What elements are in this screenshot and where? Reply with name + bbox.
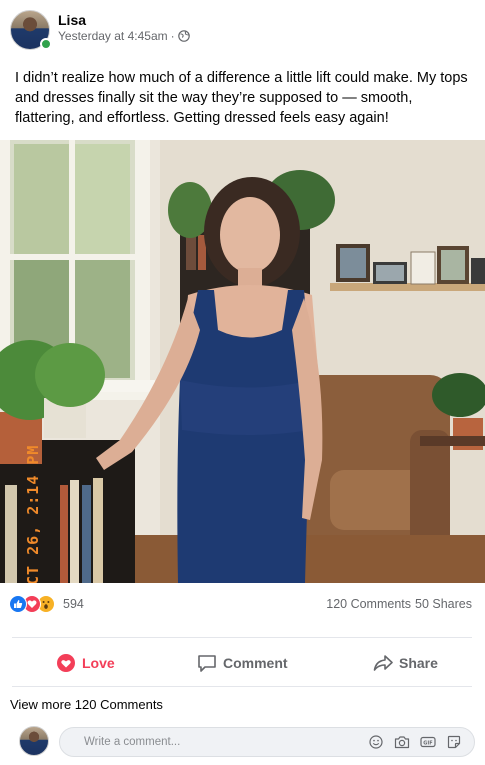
shares-count[interactable]: 50 Shares (415, 597, 472, 611)
comment-share-count: 120 Comments 50 Shares (326, 597, 472, 611)
comment-button-label: Comment (223, 655, 288, 671)
commenter-avatar (19, 726, 49, 756)
svg-text:GIF: GIF (423, 740, 432, 746)
camera-icon[interactable] (394, 734, 410, 750)
share-button[interactable]: Share (373, 653, 438, 673)
view-more-comments-link[interactable]: View more 120 Comments (10, 697, 163, 712)
emoji-icon[interactable] (368, 734, 384, 750)
comment-tools: GIF (368, 734, 462, 750)
share-button-label: Share (399, 655, 438, 671)
timestamp-text[interactable]: Yesterday at 4:45am (58, 29, 168, 43)
reaction-icons[interactable] (9, 595, 55, 613)
love-button[interactable]: Love (56, 653, 115, 673)
comment-box[interactable]: GIF (59, 727, 475, 757)
comments-count[interactable]: 120 Comments (326, 597, 411, 611)
photo-date-stamp: OCT 26, 2:14 PM (24, 444, 42, 583)
post-stats: 594 120 Comments 50 Shares (0, 592, 485, 616)
author-name[interactable]: Lisa (58, 12, 86, 28)
love-button-label: Love (82, 655, 115, 671)
post-photo[interactable]: OCT 26, 2:14 PM (0, 140, 485, 583)
photo-illustration (0, 140, 485, 583)
stats-divider (12, 637, 472, 638)
share-icon (373, 655, 393, 671)
post-timestamp: Yesterday at 4:45am · (58, 29, 190, 43)
post-actions: Love Comment Share (0, 645, 485, 685)
gif-icon[interactable]: GIF (420, 734, 436, 750)
comment-button[interactable]: Comment (197, 653, 288, 673)
love-reaction-icon (57, 654, 75, 672)
comment-composer: GIF (0, 724, 485, 760)
globe-icon (177, 30, 190, 42)
comment-icon (198, 655, 216, 672)
actions-divider (12, 686, 472, 687)
timestamp-separator: · (170, 29, 175, 43)
like-icon (9, 595, 27, 613)
comment-input[interactable] (84, 728, 344, 756)
sticker-icon[interactable] (446, 734, 462, 750)
post-header: Lisa Yesterday at 4:45am · (0, 0, 485, 60)
online-status-dot (40, 38, 52, 50)
post-text: I didn’t realize how much of a differenc… (15, 70, 468, 126)
reaction-count[interactable]: 594 (63, 597, 84, 611)
